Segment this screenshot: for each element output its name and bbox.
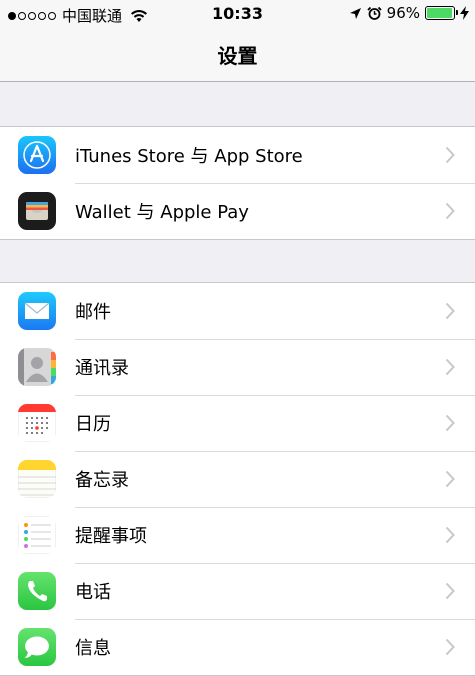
wallet-icon [18,192,56,230]
row-label: 通讯录 [75,358,129,379]
chevron-right-icon [445,526,455,544]
messages-icon [18,628,56,666]
settings-row-reminders[interactable]: 提醒事项 [0,507,475,563]
row-label: Wallet 与 Apple Pay [75,202,249,223]
battery-percent: 96% [386,4,420,22]
location-arrow-icon [349,7,361,19]
settings-row-wallet-apple-pay[interactable]: Wallet 与 Apple Pay [0,183,475,239]
chevron-right-icon [445,638,455,656]
status-right: 96% [349,4,469,22]
chevron-right-icon [445,302,455,320]
app-store-icon [18,136,56,174]
settings-row-calendar[interactable]: 日历 [0,395,475,451]
settings-group-store: iTunes Store 与 App Store Wallet 与 Apple … [0,126,475,240]
row-label: 备忘录 [75,470,129,491]
chevron-right-icon [445,358,455,376]
mail-icon [18,292,56,330]
row-label: 电话 [75,582,111,603]
settings-group-apps: 邮件 通讯录 日历 备忘录 提醒事项 电话 信息 [0,282,475,676]
settings-row-notes[interactable]: 备忘录 [0,451,475,507]
settings-row-messages[interactable]: 信息 [0,619,475,675]
chevron-right-icon [445,146,455,164]
row-label: 日历 [75,414,111,435]
row-label: 邮件 [75,302,111,323]
reminders-icon [18,516,56,554]
battery-icon [425,6,458,20]
status-bar: 中国联通 10:33 96% [0,0,475,28]
row-label: iTunes Store 与 App Store [75,146,303,167]
navigation-bar: 设置 [0,28,475,82]
settings-row-itunes-app-store[interactable]: iTunes Store 与 App Store [0,127,475,183]
settings-row-mail[interactable]: 邮件 [0,283,475,339]
settings-row-contacts[interactable]: 通讯录 [0,339,475,395]
chevron-right-icon [445,414,455,432]
charging-bolt-icon [460,6,469,20]
row-label: 信息 [75,638,111,659]
row-label: 提醒事项 [75,526,147,547]
battery-fill [427,8,452,18]
settings-row-phone[interactable]: 电话 [0,563,475,619]
page-title: 设置 [217,44,258,68]
chevron-right-icon [445,582,455,600]
phone-icon [18,572,56,610]
chevron-right-icon [445,202,455,220]
chevron-right-icon [445,470,455,488]
notes-icon [18,460,56,498]
contacts-icon [18,348,56,386]
alarm-clock-icon [367,6,382,20]
calendar-icon [18,404,56,442]
